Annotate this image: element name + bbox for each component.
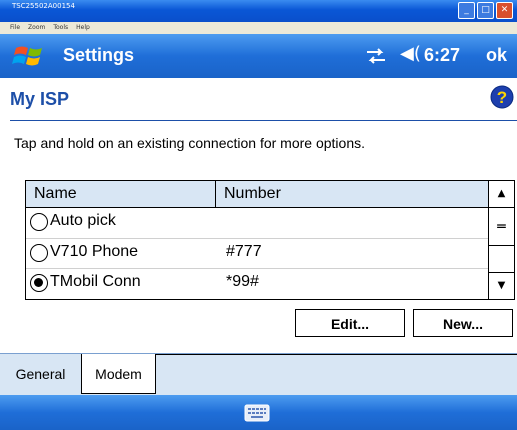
window-menubar: File Zoom Tools Help	[0, 22, 517, 34]
maximize-button[interactable]: □	[477, 2, 494, 19]
list-item[interactable]: TMobil Conn *99#	[26, 268, 488, 299]
connection-name: TMobil Conn	[50, 273, 141, 290]
menu-zoom[interactable]: Zoom	[28, 22, 45, 34]
connection-number: *99#	[226, 273, 259, 290]
keyboard-icon[interactable]	[244, 404, 270, 422]
volume-icon[interactable]: ◀(	[400, 43, 421, 64]
page-title: My ISP	[10, 89, 70, 109]
tab-general[interactable]: General	[0, 354, 82, 394]
list-header: Name Number	[26, 181, 488, 208]
minimize-button[interactable]: _	[458, 2, 475, 19]
list-scrollbar[interactable]: ▲ ═ ▼	[488, 181, 514, 299]
help-icon[interactable]: ?	[490, 85, 514, 109]
window-titlebar: TSC25502A00154 _ □ ✕	[0, 0, 517, 22]
list-item[interactable]: Auto pick	[26, 208, 488, 238]
windows-start-icon[interactable]	[12, 42, 48, 70]
nav-title: Settings	[63, 45, 135, 65]
connection-number: #777	[226, 243, 262, 260]
clock[interactable]: 6:27	[424, 45, 460, 66]
radio-button-selected[interactable]	[30, 274, 48, 292]
menu-tools[interactable]: Tools	[53, 22, 68, 34]
page-header: My ISP ?	[0, 78, 517, 120]
header-divider	[10, 120, 517, 121]
connection-name: Auto pick	[50, 212, 116, 229]
column-header-name[interactable]: Name	[26, 181, 216, 207]
scroll-up-arrow-icon[interactable]: ▲	[489, 181, 514, 208]
tab-strip: General Modem	[0, 353, 517, 396]
tab-divider	[156, 354, 517, 355]
list-item[interactable]: V710 Phone #777	[26, 238, 488, 269]
column-header-number[interactable]: Number	[216, 181, 488, 207]
radio-button[interactable]	[30, 244, 48, 262]
softkey-bar	[0, 395, 517, 430]
svg-text:?: ?	[497, 88, 507, 107]
instructions-text: Tap and hold on an existing connection f…	[14, 135, 366, 151]
menu-help[interactable]: Help	[76, 22, 90, 34]
new-button[interactable]: New...	[413, 309, 513, 337]
connection-name: V710 Phone	[50, 243, 139, 260]
ok-button[interactable]: ok	[486, 45, 507, 66]
connection-list[interactable]: Name Number Auto pick V710 Phone #777 TM…	[25, 180, 515, 300]
radio-button[interactable]	[30, 213, 48, 231]
menu-file[interactable]: File	[10, 22, 20, 34]
scroll-down-arrow-icon[interactable]: ▼	[489, 272, 514, 299]
close-button[interactable]: ✕	[496, 2, 513, 19]
scroll-thumb[interactable]: ═	[489, 208, 514, 246]
edit-button[interactable]: Edit...	[295, 309, 405, 337]
navigation-bar: Settings ◀( 6:27 ok	[0, 34, 517, 78]
connectivity-icon[interactable]	[365, 46, 387, 66]
tab-modem[interactable]: Modem	[82, 354, 156, 394]
window-title: TSC25502A00154	[12, 2, 75, 10]
